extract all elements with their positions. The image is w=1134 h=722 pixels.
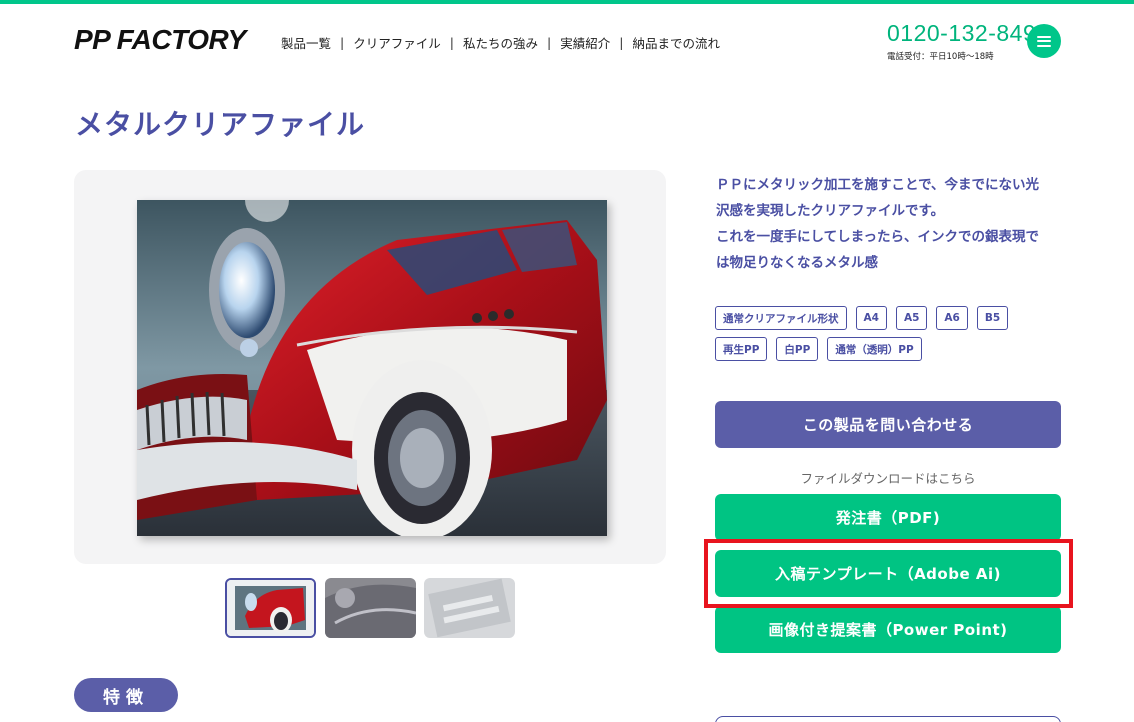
download-caption: ファイルダウンロードはこちら (800, 471, 976, 486)
tag-standard-shape: 通常クリアファイル形状 (715, 306, 847, 330)
description-line: これを一度手にしてしまったら、インクでの銀表現で (716, 229, 1040, 245)
product-description: ＰＰにメタリック加工を施すことで、今までにない光 沢感を実現したクリアファイルで… (716, 172, 1066, 276)
site-logo[interactable]: PP FACTORY (74, 24, 246, 56)
top-accent-bar (0, 0, 1134, 4)
thumbnail-2[interactable] (325, 578, 416, 638)
nav-separator: | (449, 35, 454, 50)
product-main-image (137, 200, 607, 536)
nav-item-results[interactable]: 実績紹介 (560, 33, 610, 52)
download-template-ai-button[interactable]: 入稿テンプレート（Adobe Ai) (715, 550, 1061, 597)
phone-number[interactable]: 0120-132-849 (887, 20, 1036, 47)
nav-separator: | (546, 35, 552, 50)
features-heading: 特徴 (74, 678, 178, 712)
product-image-panel (74, 170, 666, 564)
phone-hours: 電話受付：平日10時〜18時 (887, 52, 994, 62)
main-nav: 製品一覧 | クリアファイル | 私たちの強み | 実績紹介 | 納品までの流れ (281, 33, 720, 52)
tag-clear-pp: 通常（透明）PP (827, 337, 922, 361)
download-order-form-pdf-button[interactable]: 発注書（PDF) (715, 494, 1061, 541)
nav-item-delivery-flow[interactable]: 納品までの流れ (632, 33, 720, 52)
thumbnail-3[interactable] (424, 578, 515, 638)
tag-a6: A6 (936, 306, 968, 330)
hamburger-icon (1037, 35, 1051, 47)
tag-b5: B5 (976, 306, 1009, 330)
spec-tags: 通常クリアファイル形状 A4 A5 A6 B5 再生PP 白PP 通常（透明）P… (715, 306, 1065, 361)
description-line: 沢感を実現したクリアファイルです。 (716, 203, 945, 219)
tag-a4: A4 (855, 306, 887, 330)
nav-item-products[interactable]: 製品一覧 (281, 33, 331, 52)
bottom-card-edge (715, 716, 1061, 722)
download-proposal-ppt-button[interactable]: 画像付き提案書（Power Point) (715, 606, 1061, 653)
hamburger-menu-button[interactable] (1027, 24, 1061, 58)
description-line: ＰＰにメタリック加工を施すことで、今までにない光 (716, 177, 1040, 193)
tag-a5: A5 (895, 306, 928, 330)
nav-item-strengths[interactable]: 私たちの強み (463, 33, 538, 52)
thumbnail-1[interactable] (225, 578, 316, 638)
nav-separator: | (340, 35, 345, 50)
tag-recycled-pp: 再生PP (715, 337, 768, 361)
description-line: は物足りなくなるメタル感 (716, 255, 878, 271)
page-title: メタルクリアファイル (75, 108, 366, 141)
inquiry-button[interactable]: この製品を問い合わせる (715, 401, 1061, 448)
nav-separator: | (619, 35, 624, 50)
nav-item-clear-file[interactable]: クリアファイル (353, 33, 441, 52)
tag-white-pp: 白PP (776, 337, 819, 361)
